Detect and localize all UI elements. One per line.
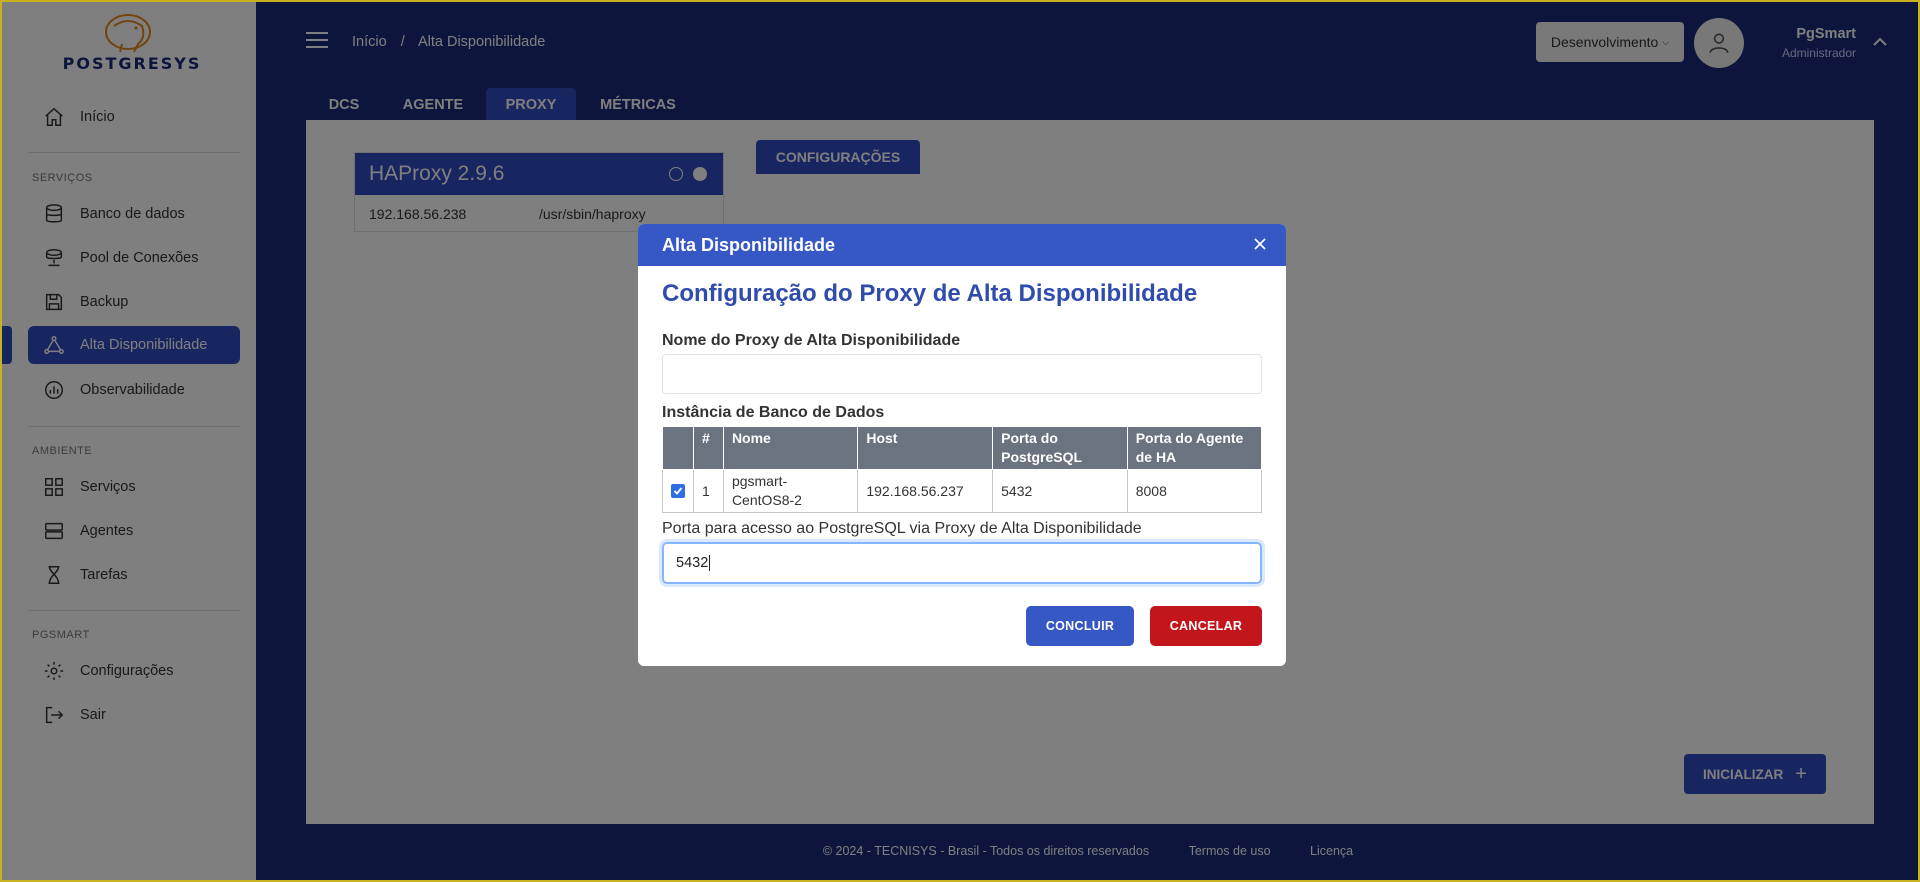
instances-label: Instância de Banco de Dados	[662, 404, 885, 421]
column-number: #	[693, 426, 724, 470]
proxy-name-label: Nome do Proxy de Alta Disponibilidade	[662, 332, 961, 349]
column-select	[662, 426, 694, 470]
port-value: 5432	[676, 555, 709, 571]
row-host: 192.168.56.237	[857, 469, 994, 513]
dialog-header-title: Alta Disponibilidade	[662, 234, 836, 255]
column-pg-port: Porta do PostgreSQL	[992, 426, 1128, 470]
row-pg-port: 5432	[992, 469, 1128, 513]
app-frame: POSTGRESYS Início SERVIÇOS Banco de dado…	[0, 0, 1920, 882]
table-row[interactable]: 1 pgsmart-CentOS8-2 192.168.56.237 5432 …	[662, 469, 1263, 513]
port-label: Porta para acesso ao PostgreSQL via Prox…	[662, 520, 1142, 537]
row-agent-port: 8008	[1126, 469, 1263, 513]
row-number: 1	[693, 469, 724, 513]
check-icon	[673, 487, 683, 495]
row-checkbox[interactable]	[671, 484, 685, 498]
text-caret	[709, 555, 711, 571]
instances-table: # Nome Host Porta do PostgreSQL Porta do…	[662, 426, 1263, 513]
conclude-button[interactable]: CONCLUIR	[1026, 606, 1134, 646]
column-host: Host	[857, 426, 994, 470]
ha-proxy-dialog: Alta Disponibilidade Configuração do Pro…	[638, 224, 1286, 666]
dialog-title: Configuração do Proxy de Alta Disponibil…	[662, 280, 1198, 307]
port-input[interactable]: 5432	[662, 542, 1262, 584]
proxy-name-input[interactable]	[662, 354, 1262, 394]
column-name: Nome	[722, 426, 859, 470]
row-select-cell	[662, 469, 694, 513]
dialog-header: Alta Disponibilidade	[638, 224, 1286, 266]
row-name: pgsmart-CentOS8-2	[722, 469, 859, 513]
table-header-row: # Nome Host Porta do PostgreSQL Porta do…	[662, 426, 1263, 470]
cancel-button[interactable]: CANCELAR	[1150, 606, 1262, 646]
close-icon[interactable]	[1252, 236, 1268, 252]
column-agent-port: Porta do Agente de HA	[1126, 426, 1263, 470]
